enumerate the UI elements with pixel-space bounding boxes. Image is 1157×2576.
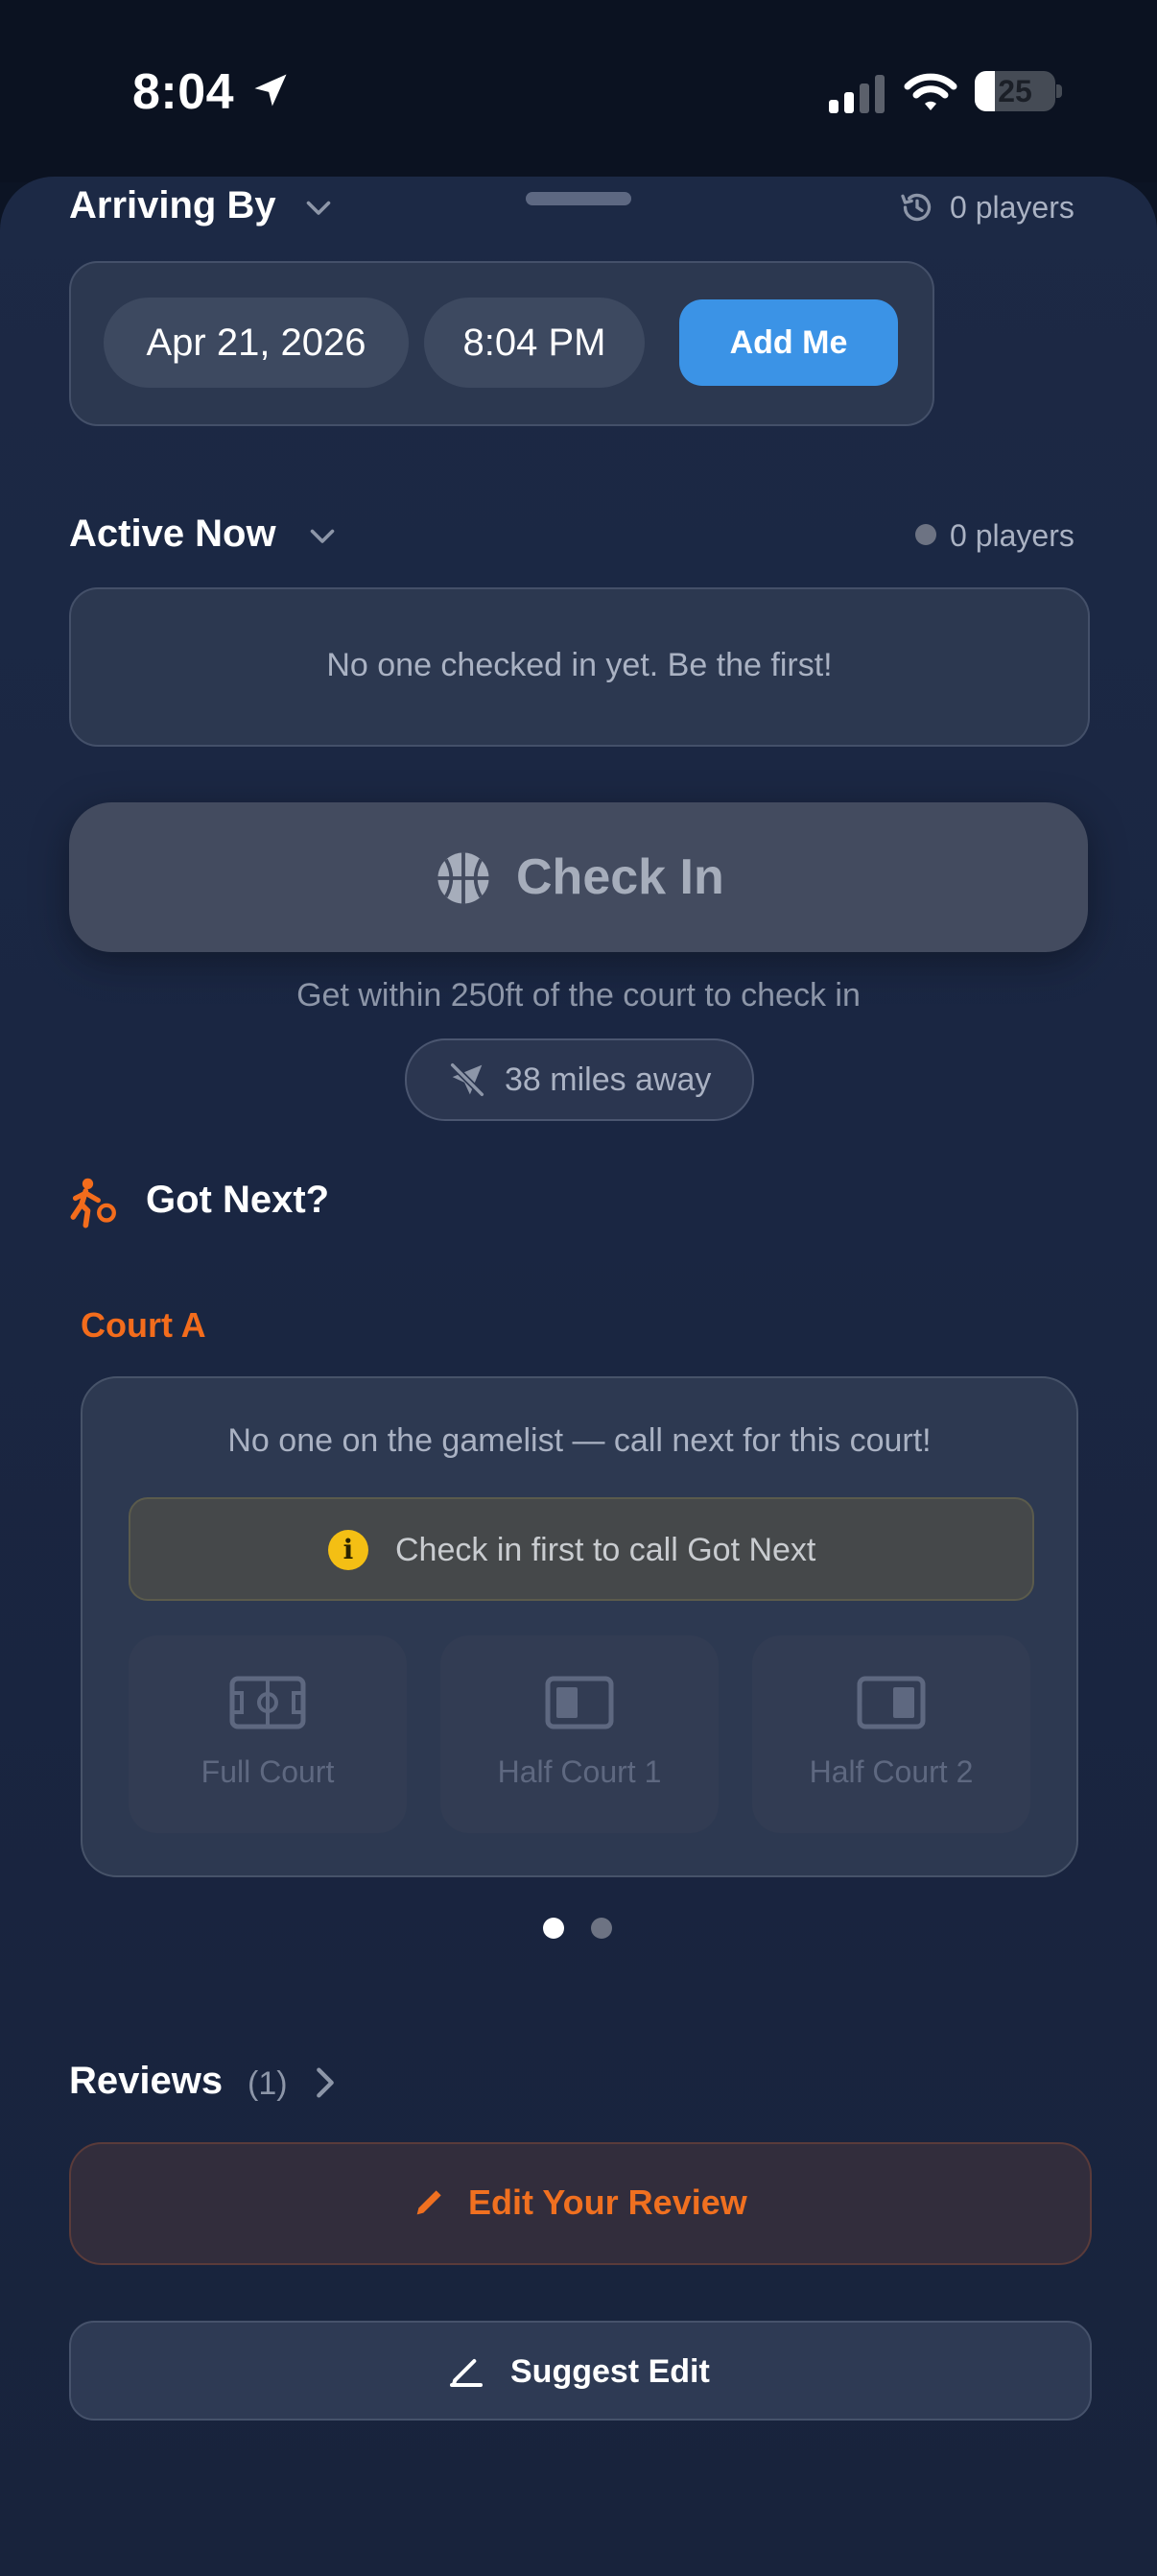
active-players-card: No one checked in yet. Be the first!	[69, 587, 1090, 747]
warning-text: Check in first to call Got Next	[395, 1532, 816, 1568]
history-icon	[901, 193, 932, 222]
full-court-label: Full Court	[201, 1754, 335, 1789]
half-court-1-option[interactable]: Half Court 1	[440, 1635, 719, 1833]
date-picker[interactable]: Apr 21, 2026	[104, 298, 409, 388]
time-picker[interactable]: 8:04 PM	[424, 298, 645, 388]
reviews-count: (1)	[248, 2065, 288, 2102]
info-icon: i	[328, 1530, 368, 1570]
edit-line-icon	[450, 2359, 483, 2387]
inactive-status-dot	[915, 524, 936, 545]
chevron-down-icon[interactable]	[305, 518, 340, 553]
court-gamelist-card: No one on the gamelist — call next for t…	[81, 1376, 1078, 1877]
cellular-signal-icon	[829, 75, 885, 113]
basketball-icon	[437, 852, 489, 904]
check-in-label: Check In	[516, 849, 724, 905]
check-in-warning: i Check in first to call Got Next	[129, 1497, 1034, 1601]
active-empty-text: No one checked in yet. Be the first!	[326, 647, 833, 683]
distance-text: 38 miles away	[505, 1061, 712, 1098]
gamelist-empty-text: No one on the gamelist — call next for t…	[227, 1422, 932, 1459]
check-in-hint: Get within 250ft of the court to check i…	[296, 977, 861, 1014]
chevron-down-icon[interactable]	[301, 190, 336, 225]
distance-badge: 38 miles away	[405, 1038, 754, 1121]
check-in-button[interactable]: Check In	[69, 802, 1088, 952]
status-bar: 8:04 25	[0, 0, 1157, 182]
arriving-form: Apr 21, 2026 8:04 PM Add Me	[69, 261, 934, 426]
wifi-icon	[904, 73, 957, 110]
arriving-by-title[interactable]: Arriving By	[69, 184, 276, 227]
suggest-edit-button[interactable]: Suggest Edit	[69, 2321, 1092, 2421]
reviews-title[interactable]: Reviews	[69, 2060, 223, 2103]
half-court-2-option[interactable]: Half Court 2	[752, 1635, 1030, 1833]
battery-icon: 25	[975, 71, 1055, 111]
page-dot-2[interactable]	[591, 1918, 612, 1939]
location-arrow-icon	[254, 74, 287, 107]
suggest-edit-label: Suggest Edit	[510, 2353, 710, 2390]
half-court-right-icon	[857, 1676, 926, 1729]
edit-review-label: Edit Your Review	[468, 2182, 747, 2222]
half-court-left-icon	[545, 1676, 614, 1729]
add-me-button[interactable]: Add Me	[679, 299, 898, 386]
pencil-icon	[416, 2190, 441, 2215]
location-off-icon	[450, 1062, 484, 1097]
active-now-title[interactable]: Active Now	[69, 513, 276, 556]
arriving-count: 0 players	[950, 190, 1074, 225]
edit-review-button[interactable]: Edit Your Review	[69, 2142, 1092, 2265]
active-count: 0 players	[950, 518, 1074, 553]
half-court-1-label: Half Court 1	[497, 1754, 662, 1789]
court-name: Court A	[81, 1305, 206, 1345]
sheet-grabber[interactable]	[526, 192, 631, 205]
basketball-player-icon	[70, 1178, 116, 1228]
battery-cap	[1056, 84, 1062, 98]
half-court-2-label: Half Court 2	[809, 1754, 974, 1789]
got-next-title: Got Next?	[146, 1179, 330, 1221]
battery-level: 25	[998, 74, 1032, 108]
chevron-right-icon[interactable]	[309, 2063, 342, 2102]
full-court-icon	[229, 1676, 306, 1729]
page-dot-1[interactable]	[543, 1918, 564, 1939]
status-time: 8:04	[132, 64, 235, 120]
full-court-option[interactable]: Full Court	[129, 1635, 407, 1833]
